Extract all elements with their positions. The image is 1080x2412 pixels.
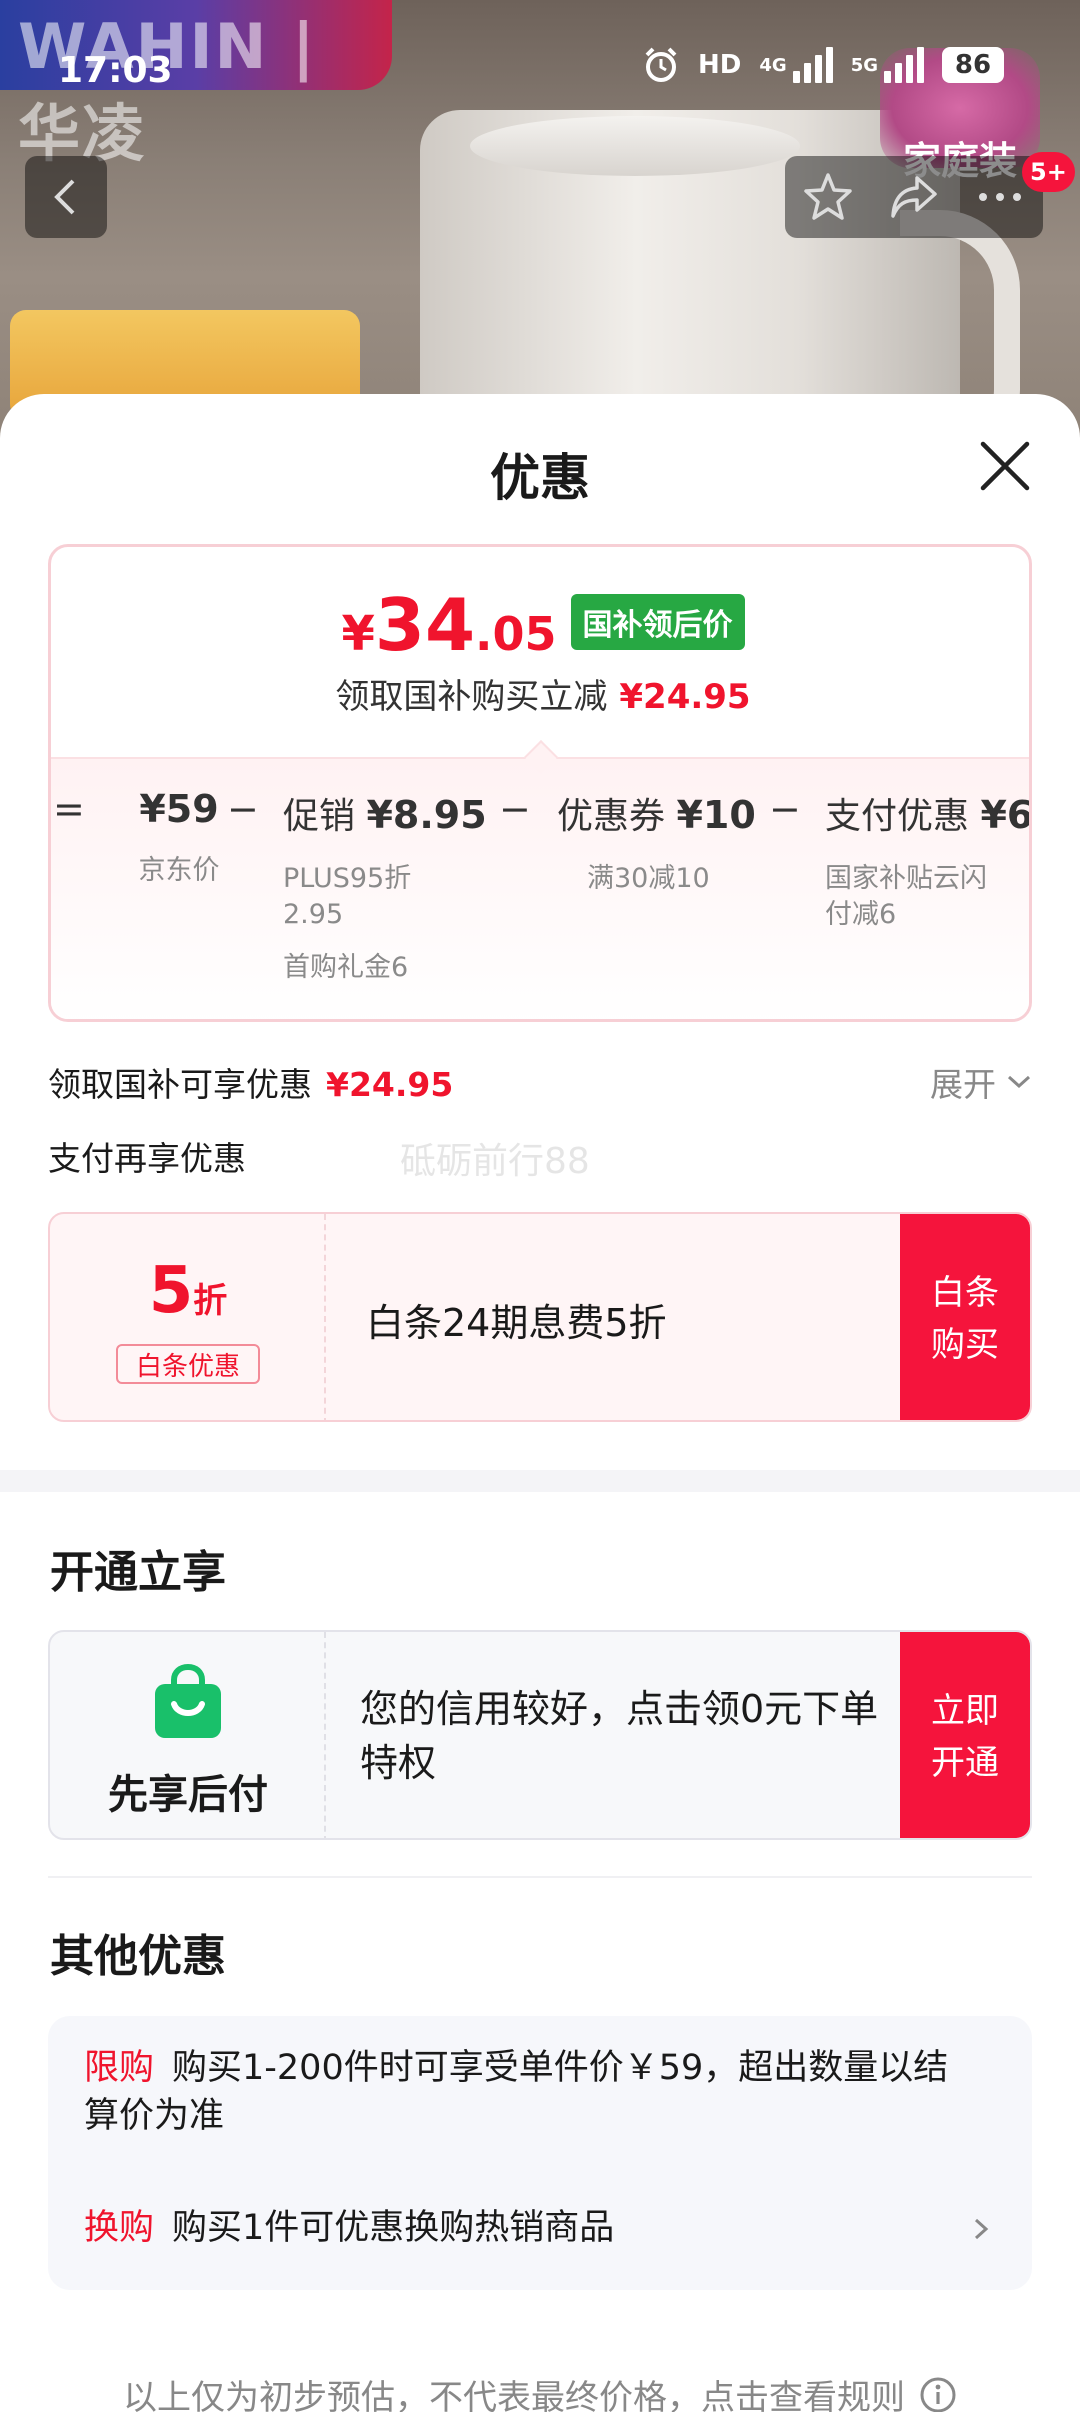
breakdown-amount: 促销 ¥8.95	[283, 787, 493, 839]
promo-limit-tag: 限购	[84, 2048, 155, 2088]
minus-sign: −	[499, 787, 531, 831]
baitiao-buy-label: 白条 购买	[931, 1273, 999, 1365]
pay-row-label: 支付再享优惠	[48, 1139, 246, 1178]
close-icon[interactable]	[975, 436, 1035, 496]
subsidy-row-label: 领取国补可享优惠	[48, 1065, 312, 1104]
final-price-decimal: .05	[475, 607, 557, 661]
promo-exchange-row[interactable]: 换购 购买1件可优惠换购热销商品	[84, 2204, 964, 2252]
baitiao-description: 白条24期息费5折	[366, 1301, 667, 1345]
footer-text: 以上仅为初步预估，不代表最终价格，点击查看规则	[123, 2378, 905, 2412]
share-icon[interactable]	[887, 170, 941, 224]
promo-limit-text: 购买1-200件时可享受单件价￥59，超出数量以结算价为准	[84, 2048, 949, 2136]
final-price-row: ¥34.05 国补领后价	[51, 589, 1029, 662]
final-price-currency: ¥	[341, 606, 375, 662]
signal-4g-icon	[792, 47, 833, 83]
baitiao-discount-box: 5折 白条优惠	[50, 1214, 326, 1420]
hd-indicator: HD	[698, 50, 742, 80]
net-5g-label: 5G	[850, 54, 878, 76]
open-now-button[interactable]: 立即 开通	[900, 1632, 1030, 1838]
breakdown-coupon: 优惠券 ¥10 满30减10	[557, 787, 767, 897]
promotion-label: 促销	[283, 796, 356, 837]
final-sub-amount: ¥24.95	[619, 677, 751, 717]
promo-exchange-tag: 换购	[84, 2208, 155, 2248]
top-action-group	[785, 156, 1043, 238]
promotion-detail: PLUS95折 2.95	[283, 863, 412, 930]
baitiao-tag: 白条优惠	[116, 1344, 260, 1384]
promo-exchange-text: 购买1件可优惠换购热销商品	[172, 2208, 615, 2248]
pay-later-brand: 先享后付	[50, 1632, 326, 1838]
info-icon[interactable]	[919, 2376, 957, 2412]
coupon-detail: 满30减10	[587, 863, 710, 894]
baitiao-offer-card: 5折 白条优惠 白条24期息费5折 白条 购买	[48, 1212, 1032, 1422]
net-4g-label: 4G	[759, 54, 787, 76]
expand-button[interactable]: 展开	[930, 1058, 1032, 1106]
chevron-right-icon[interactable]	[970, 2218, 992, 2240]
open-now-label: 立即 开通	[931, 1691, 999, 1783]
breakdown-promotion: 促销 ¥8.95 PLUS95折 2.95 首购礼金6	[283, 787, 493, 984]
status-icons: HD 4G 5G 86	[642, 46, 1004, 84]
open-section-title: 开通立享	[50, 1547, 226, 1598]
jd-price-label: 京东价	[138, 855, 220, 886]
pay-later-name: 先享后付	[108, 1772, 268, 1818]
signal-5g-icon	[884, 47, 924, 83]
baitiao-buy-button[interactable]: 白条 购买	[900, 1214, 1030, 1420]
chevron-left-icon	[54, 179, 75, 215]
final-sub-text: 领取国补购买立减	[335, 677, 608, 717]
breakdown-amount: 支付优惠 ¥6	[825, 787, 1032, 839]
other-promos-box: 限购 购买1-200件时可享受单件价￥59，超出数量以结算价为准 换购 购买1件可优…	[48, 2016, 1032, 2290]
breakdown-payment: 支付优惠 ¥6 国家补贴云闪 付减6	[825, 787, 1032, 933]
footer-note[interactable]: 以上仅为初步预估，不代表最终价格，点击查看规则	[0, 2370, 1080, 2412]
payment-label: 支付优惠	[825, 796, 970, 837]
final-price-integer: 34	[374, 583, 476, 667]
status-time: 17:03	[58, 50, 173, 91]
other-section-title: 其他优惠	[50, 1931, 226, 1982]
chevron-down-icon	[1007, 1075, 1031, 1089]
minus-sign: −	[227, 787, 259, 831]
shopping-bag-icon	[155, 1664, 221, 1738]
pay-later-card: 先享后付 您的信用较好，点击领0元下单特权 立即 开通	[48, 1630, 1032, 1840]
final-price-subtitle: 领取国补购买立减 ¥24.95	[51, 669, 1029, 718]
brand-logo-text: WAHIN | 华凌	[18, 10, 317, 170]
breakdown-amount: 优惠券 ¥10	[557, 787, 767, 839]
subsidy-row-amount: ¥24.95	[326, 1065, 454, 1104]
baitiao-discount-num: 5	[148, 1254, 194, 1328]
final-price: ¥34.05	[341, 589, 556, 662]
baitiao-discount-unit: 折	[193, 1281, 228, 1321]
watermark: 砥砺前行88	[400, 1141, 590, 1182]
equal-sign: =	[53, 787, 85, 831]
subsidy-price-tag: 国补领后价	[570, 594, 745, 650]
minus-sign: −	[769, 787, 801, 831]
sheet-title: 优惠	[490, 449, 590, 507]
price-breakdown-card: ¥34.05 国补领后价 领取国补购买立减 ¥24.95 = ¥59 京东价 − …	[48, 544, 1032, 1022]
pay-later-description: 您的信用较好，点击领0元下单特权	[360, 1687, 879, 1785]
battery-icon: 86	[942, 47, 1004, 83]
section-divider	[0, 1470, 1080, 1492]
jd-price-amount: ¥59	[139, 787, 219, 831]
section-separator	[48, 1876, 1032, 1878]
expand-label: 展开	[930, 1065, 996, 1104]
back-button[interactable]	[25, 156, 107, 238]
payment-amount: ¥6	[980, 793, 1032, 837]
alarm-icon	[645, 47, 677, 82]
promotion-detail-2: 首购礼金6	[283, 952, 409, 983]
promotion-amount: ¥8.95	[366, 793, 487, 837]
coupon-amount: ¥10	[676, 793, 756, 837]
subsidy-row: 领取国补可享优惠 ¥24.95	[48, 1058, 453, 1106]
baitiao-discount: 5折	[50, 1254, 326, 1328]
promo-limit-row: 限购 购买1-200件时可享受单件价￥59，超出数量以结算价为准	[84, 2044, 964, 2140]
payment-detail: 国家补贴云闪 付减6	[825, 863, 987, 930]
cart-count-badge: 5+	[1022, 152, 1075, 192]
star-icon[interactable]	[801, 170, 855, 224]
more-icon[interactable]	[973, 170, 1027, 224]
coupon-label: 优惠券	[557, 796, 666, 837]
kettle-lid	[470, 116, 800, 176]
